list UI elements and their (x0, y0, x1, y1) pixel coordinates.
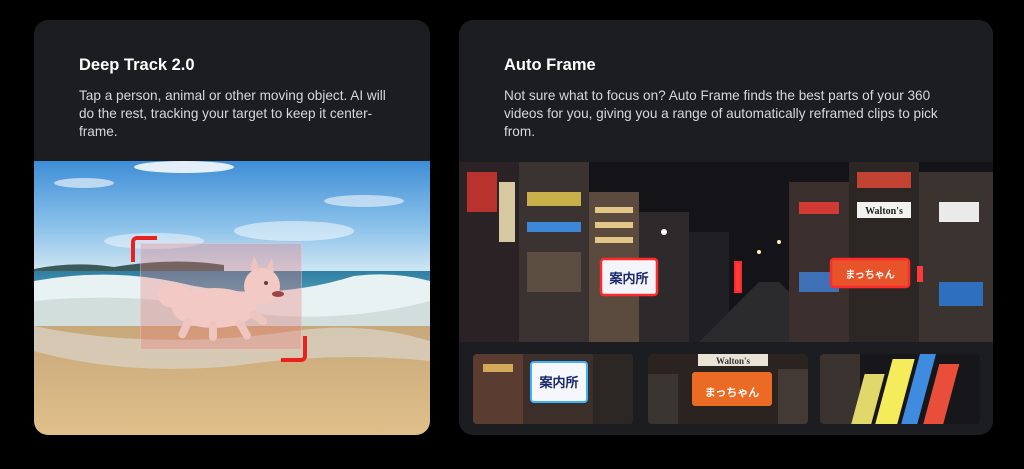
sign-ramen: まっちゃん (845, 269, 895, 281)
tracking-corner-bottom-right (281, 336, 307, 362)
auto-frame-title: Auto Frame (504, 56, 596, 74)
tracking-corner-top-left (131, 236, 157, 262)
auto-frame-description: Not sure what to focus on? Auto Frame fi… (504, 88, 938, 139)
deep-track-description: Tap a person, animal or other moving obj… (79, 88, 386, 139)
sign-info-center: 案内所 (608, 271, 648, 287)
street-panorama-image: 案内所 Walton's まっちゃん (459, 162, 993, 342)
auto-frame-card: Auto Frame Not sure what to focus on? Au… (459, 20, 993, 435)
clip2-sign-walton: Walton's (716, 356, 751, 366)
clip2-sign-ramen: まっちゃん (705, 386, 760, 399)
tracking-box[interactable] (140, 243, 302, 350)
reframed-clip-1[interactable]: 案内所 (473, 354, 633, 424)
reframed-clip-3[interactable] (820, 354, 980, 424)
beach-dog-image (34, 161, 430, 435)
deep-track-title: Deep Track 2.0 (79, 56, 195, 74)
deep-track-card: Deep Track 2.0 Tap a person, animal or o… (34, 20, 430, 435)
reframed-clip-2[interactable]: Walton's まっちゃん (648, 354, 808, 424)
sign-walton: Walton's (865, 206, 903, 217)
clip1-sign-info-center: 案内所 (538, 375, 578, 391)
